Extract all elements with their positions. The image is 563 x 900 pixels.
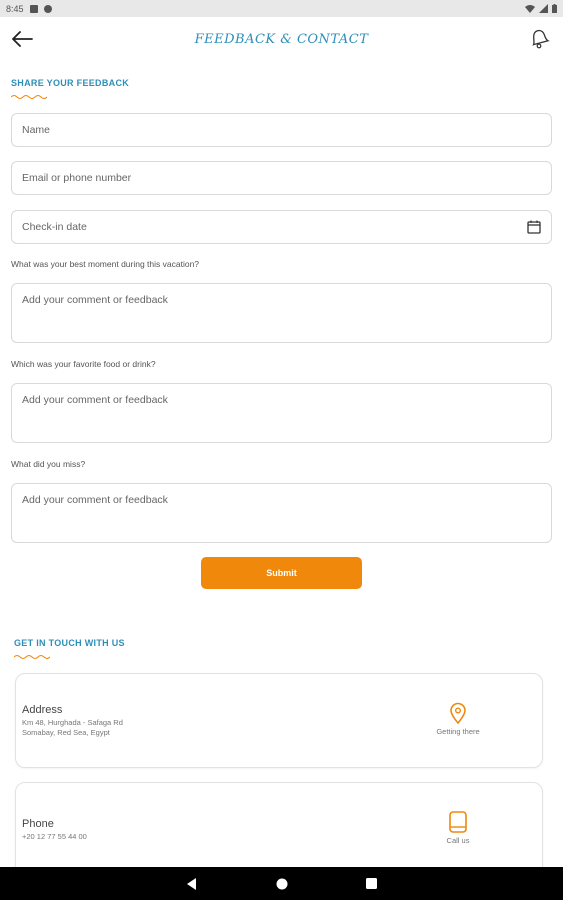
submit-button[interactable]: Submit (201, 557, 362, 589)
back-button[interactable] (8, 25, 36, 53)
q1-textarea[interactable]: Add your comment or feedback (11, 283, 552, 343)
calendar-icon[interactable] (527, 220, 541, 234)
getting-there-button[interactable]: Getting there (423, 702, 493, 736)
bell-icon (532, 29, 550, 49)
nav-recents-icon[interactable] (366, 878, 377, 889)
getting-there-label: Getting there (436, 727, 480, 736)
q2-textarea[interactable]: Add your comment or feedback (11, 383, 552, 443)
phone-card: Phone +20 12 77 55 44 00 Call us (15, 782, 543, 877)
page-title: FEEDBACK & CONTACT (194, 31, 369, 47)
nav-back-icon[interactable] (186, 877, 198, 890)
phone-label: Phone (22, 818, 54, 830)
battery-icon (552, 4, 557, 13)
phone-number: +20 12 77 55 44 00 (22, 832, 87, 841)
checkin-placeholder: Check-in date (22, 221, 87, 233)
call-us-label: Call us (446, 836, 470, 845)
name-placeholder: Name (22, 124, 51, 136)
back-arrow-icon (12, 31, 33, 47)
feedback-section-title: SHARE YOUR FEEDBACK (11, 78, 130, 88)
wifi-icon (525, 5, 535, 13)
email-field[interactable]: Email or phone number (11, 161, 552, 195)
email-placeholder: Email or phone number (22, 172, 132, 184)
address-line1: Km 48, Hurghada - Safaga Rd (22, 718, 123, 727)
signal-icon (539, 4, 548, 13)
q2-label: Which was your favorite food or drink? (11, 359, 156, 369)
checkin-date-field[interactable]: Check-in date (11, 210, 552, 244)
address-line2: Somabay, Red Sea, Egypt (22, 728, 110, 737)
contact-section-title: GET IN TOUCH WITH US (14, 638, 125, 648)
system-nav-bar (0, 867, 563, 900)
app-notification-icon (43, 4, 52, 13)
status-bar: 8:45 (0, 0, 563, 17)
address-label: Address (22, 704, 63, 716)
q1-label: What was your best moment during this va… (11, 259, 200, 269)
address-card: Address Km 48, Hurghada - Safaga Rd Soma… (15, 673, 543, 768)
phone-icon (449, 811, 467, 833)
q3-textarea[interactable]: Add your comment or feedback (11, 483, 552, 543)
q3-placeholder: Add your comment or feedback (22, 494, 168, 506)
q2-placeholder: Add your comment or feedback (22, 394, 168, 406)
storage-icon (29, 4, 38, 13)
name-field[interactable]: Name (11, 113, 552, 147)
q3-label: What did you miss? (11, 459, 86, 469)
call-us-button[interactable]: Call us (423, 811, 493, 845)
wave-divider-icon (11, 95, 47, 99)
notifications-button[interactable] (525, 23, 553, 53)
location-pin-icon (450, 702, 466, 724)
app-bar: FEEDBACK & CONTACT (0, 17, 563, 61)
q1-placeholder: Add your comment or feedback (22, 294, 168, 306)
status-time: 8:45 (6, 3, 24, 14)
wave-divider-icon (14, 655, 50, 659)
nav-home-icon[interactable] (276, 878, 288, 890)
